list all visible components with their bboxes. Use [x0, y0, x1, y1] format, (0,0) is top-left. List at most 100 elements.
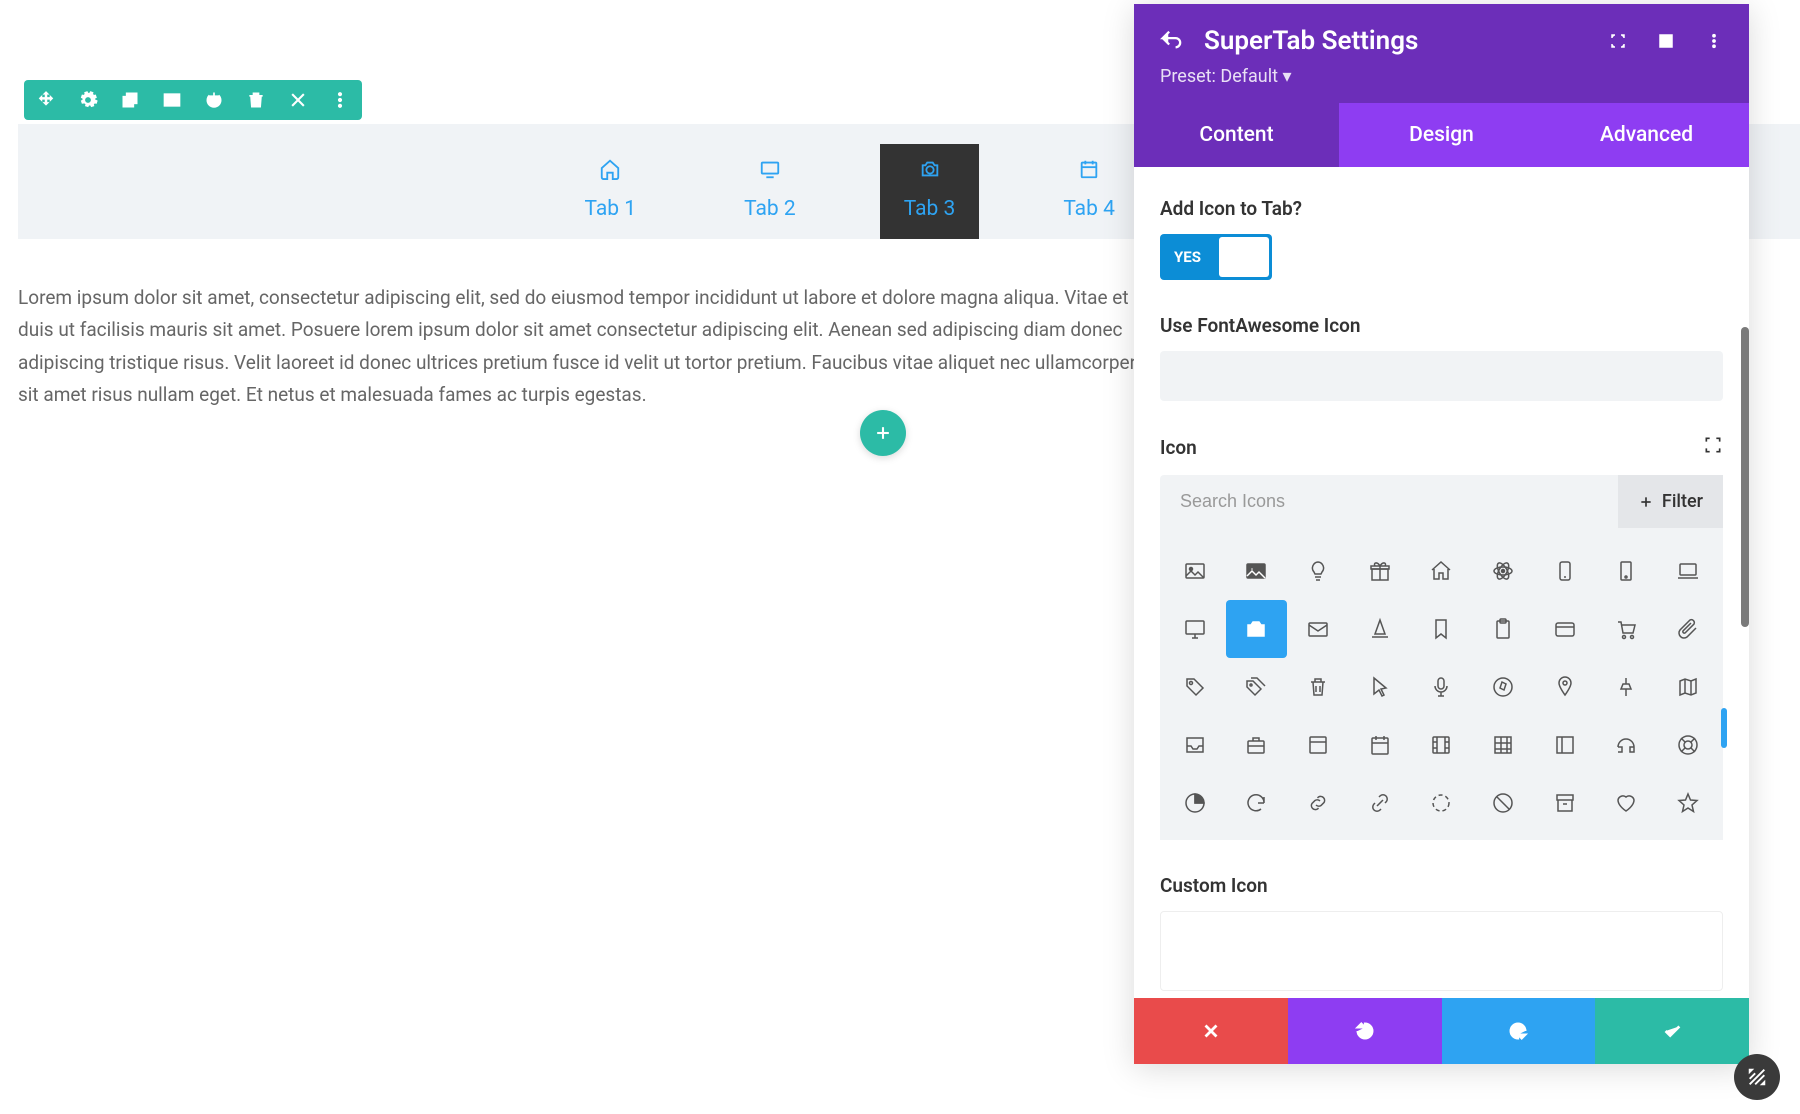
- filter-button[interactable]: Filter: [1618, 475, 1723, 528]
- mobile2-icon[interactable]: [1596, 542, 1658, 600]
- panel-tab-design[interactable]: Design: [1339, 103, 1544, 167]
- custom-icon-input[interactable]: [1160, 911, 1723, 991]
- duplicate-icon[interactable]: [120, 90, 140, 110]
- panel-tabs: Content Design Advanced: [1134, 103, 1749, 167]
- cone-icon[interactable]: [1349, 600, 1411, 658]
- link2-icon[interactable]: [1349, 774, 1411, 832]
- dock-icon[interactable]: [1657, 32, 1675, 50]
- calendar-icon: [1078, 158, 1100, 185]
- preset-dropdown[interactable]: Preset: Default ▾: [1160, 66, 1723, 87]
- atom-icon[interactable]: [1472, 542, 1534, 600]
- add-module-button[interactable]: [860, 410, 906, 456]
- search-icons-input[interactable]: [1160, 475, 1618, 528]
- map-icon[interactable]: [1657, 658, 1719, 716]
- add-icon-toggle[interactable]: YES: [1160, 234, 1272, 280]
- module-toolbar: [24, 80, 362, 120]
- headphones-icon[interactable]: [1596, 716, 1658, 774]
- resize-handle[interactable]: [1734, 1054, 1780, 1100]
- icon-grid: [1160, 528, 1723, 840]
- fontawesome-input[interactable]: [1160, 351, 1723, 401]
- gear-icon[interactable]: [78, 90, 98, 110]
- mic-icon[interactable]: [1411, 658, 1473, 716]
- camera-icon[interactable]: [1226, 600, 1288, 658]
- nosign-icon[interactable]: [1472, 774, 1534, 832]
- undo-button[interactable]: [1288, 998, 1442, 1064]
- gift-icon[interactable]: [1349, 542, 1411, 600]
- mail-icon[interactable]: [1287, 600, 1349, 658]
- tab-3[interactable]: Tab 3: [880, 144, 980, 239]
- cancel-button[interactable]: [1134, 998, 1288, 1064]
- image-filled-icon[interactable]: [1226, 542, 1288, 600]
- tab-label: Tab 3: [904, 197, 956, 221]
- star-icon[interactable]: [1657, 774, 1719, 832]
- trash2-icon[interactable]: [1287, 658, 1349, 716]
- icon-search-row: Filter: [1160, 475, 1723, 528]
- home2-icon[interactable]: [1411, 542, 1473, 600]
- archive-icon[interactable]: [1534, 774, 1596, 832]
- film-icon[interactable]: [1411, 716, 1473, 774]
- fontawesome-label: Use FontAwesome Icon: [1160, 314, 1723, 337]
- paperclip-icon[interactable]: [1657, 600, 1719, 658]
- briefcase-icon[interactable]: [1226, 716, 1288, 774]
- monitor-icon: [759, 158, 781, 185]
- link-icon[interactable]: [1287, 774, 1349, 832]
- laptop-icon[interactable]: [1657, 542, 1719, 600]
- redo-button[interactable]: [1442, 998, 1596, 1064]
- heart-icon[interactable]: [1596, 774, 1658, 832]
- add-icon-label: Add Icon to Tab?: [1160, 197, 1723, 220]
- pushpin-icon[interactable]: [1596, 658, 1658, 716]
- more-icon[interactable]: [330, 90, 350, 110]
- card-icon[interactable]: [1534, 600, 1596, 658]
- columns-icon[interactable]: [162, 90, 182, 110]
- camera-icon: [919, 158, 941, 185]
- back-icon[interactable]: [1160, 28, 1182, 54]
- power-icon[interactable]: [204, 90, 224, 110]
- sidepanel-icon[interactable]: [1534, 716, 1596, 774]
- chevron-down-icon: ▾: [1282, 66, 1291, 87]
- save-button[interactable]: [1595, 998, 1749, 1064]
- toggle-value: YES: [1160, 248, 1201, 266]
- scrollbar-thumb[interactable]: [1741, 327, 1749, 627]
- image-icon[interactable]: [1164, 542, 1226, 600]
- icon-section-label: Icon: [1160, 436, 1197, 459]
- custom-icon-label: Custom Icon: [1160, 874, 1723, 897]
- tab-1[interactable]: Tab 1: [560, 144, 660, 239]
- grid-icon[interactable]: [1472, 716, 1534, 774]
- tab-label: Tab 4: [1063, 197, 1115, 221]
- tab-label: Tab 2: [744, 197, 796, 221]
- filter-label: Filter: [1662, 491, 1703, 512]
- mobile-icon[interactable]: [1534, 542, 1596, 600]
- panel-header: SuperTab Settings Preset: Default ▾: [1134, 4, 1749, 103]
- cart-icon[interactable]: [1596, 600, 1658, 658]
- expand-icon[interactable]: [1703, 435, 1723, 459]
- bookmark-icon[interactable]: [1411, 600, 1473, 658]
- panel-title: SuperTab Settings: [1204, 26, 1587, 56]
- inbox-icon[interactable]: [1164, 716, 1226, 774]
- panel-tab-content[interactable]: Content: [1134, 103, 1339, 167]
- panel-footer: [1134, 998, 1749, 1064]
- lifebuoy-icon[interactable]: [1657, 716, 1719, 774]
- spinner-icon[interactable]: [1411, 774, 1473, 832]
- desktop-icon[interactable]: [1164, 600, 1226, 658]
- calendar2-icon[interactable]: [1349, 716, 1411, 774]
- piechart-icon[interactable]: [1164, 774, 1226, 832]
- tab-body-text: Lorem ipsum dolor sit amet, consectetur …: [18, 282, 1160, 411]
- tag-icon[interactable]: [1164, 658, 1226, 716]
- compass-icon[interactable]: [1472, 658, 1534, 716]
- move-icon[interactable]: [36, 90, 56, 110]
- panel-body[interactable]: Add Icon to Tab? YES Use FontAwesome Ico…: [1134, 167, 1749, 998]
- close-icon[interactable]: [288, 90, 308, 110]
- menu-icon[interactable]: [1705, 32, 1723, 50]
- bulb-icon[interactable]: [1287, 542, 1349, 600]
- tab-2[interactable]: Tab 2: [720, 144, 820, 239]
- refresh-icon[interactable]: [1226, 774, 1288, 832]
- clipboard-icon[interactable]: [1472, 600, 1534, 658]
- tab-4[interactable]: Tab 4: [1039, 144, 1139, 239]
- pin-icon[interactable]: [1534, 658, 1596, 716]
- window-icon[interactable]: [1287, 716, 1349, 774]
- trash-icon[interactable]: [246, 90, 266, 110]
- tags-icon[interactable]: [1226, 658, 1288, 716]
- panel-tab-advanced[interactable]: Advanced: [1544, 103, 1749, 167]
- focus-icon[interactable]: [1609, 32, 1627, 50]
- cursor-icon[interactable]: [1349, 658, 1411, 716]
